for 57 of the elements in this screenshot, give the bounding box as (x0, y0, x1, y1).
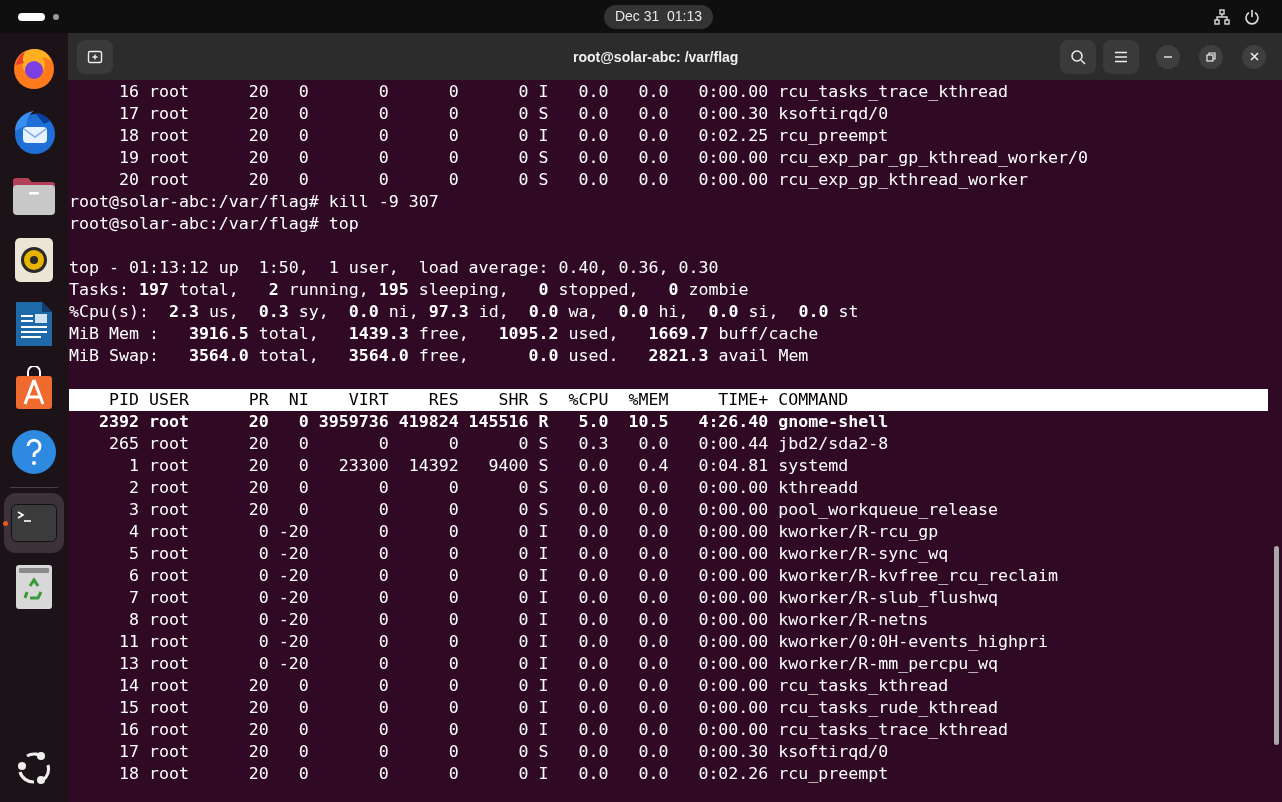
terminal-line: 3 root 20 0 0 0 0 S 0.0 0.0 0:00.00 pool_workqueue_release (127, 499, 1000, 521)
close-button[interactable] (1242, 44, 1266, 69)
terminal-line: root@solar-abc:/var/flag# kill -9 307 (69, 191, 440, 213)
clock[interactable]: Dec 31 01:13 (603, 4, 714, 29)
terminal-line: 5 root 0 -20 0 0 0 I 0.0 0.0 0:00.00 kworker/R-sync_wq (127, 543, 950, 565)
terminal-line: 18 root 20 0 0 0 0 I 0.0 0.0 0:02.25 rcu_preempt (117, 125, 890, 147)
folder-icon (11, 175, 57, 217)
terminal-line: top - 01:13:12 up 1:50, 1 user, load average: 0.40, 0.36, 0.30 (69, 257, 720, 279)
document-icon (14, 301, 54, 347)
help-icon (11, 429, 57, 475)
new-tab-button[interactable] (77, 39, 113, 74)
window-title: root@solar-abc: /var/flag (573, 48, 739, 67)
terminal-line: 20 root 20 0 0 0 0 S 0.0 0.0 0:00.00 rcu_exp_gp_kthread_worker (117, 169, 1030, 191)
terminal-line: 17 root 20 0 0 0 0 S 0.0 0.0 0:00.30 ksoftirqd/0 (117, 103, 890, 125)
workspace-indicator[interactable] (18, 12, 59, 21)
terminal-line: root@solar-abc:/var/flag# top (69, 213, 360, 235)
new-tab-icon (87, 48, 103, 65)
terminal-line: 16 root 20 0 0 0 0 I 0.0 0.0 0:00.00 rcu_tasks_trace_kthread (117, 81, 1010, 103)
close-icon (1249, 52, 1259, 61)
menu-icon (1114, 50, 1128, 63)
trash-icon (15, 564, 53, 610)
speaker-icon (14, 237, 54, 283)
terminal-line: 11 root 0 -20 0 0 0 I 0.0 0.0 0:00.00 kworker/0:0H-events_highpri (117, 631, 1050, 653)
minimize-icon (1164, 55, 1172, 58)
terminal-line: 13 root 0 -20 0 0 0 I 0.0 0.0 0:00.00 kworker/R-mm_percpu_wq (117, 653, 1000, 675)
terminal-line: 19 root 20 0 0 0 0 S 0.0 0.0 0:00.00 rcu_exp_par_gp_kthread_worker/0 (117, 147, 1089, 169)
terminal-line: 16 root 20 0 0 0 0 I 0.0 0.0 0:00.00 rcu_tasks_trace_kthread (117, 719, 1010, 741)
restore-icon (1206, 51, 1216, 62)
running-indicator (3, 521, 8, 526)
terminal-line: 2 root 20 0 0 0 0 S 0.0 0.0 0:00.00 kthreadd (127, 477, 860, 499)
column-header-row: PID USER PR NI VIRT RES SHR S %CPU %MEM TIME+ COMMAND (69, 389, 1268, 411)
search-icon (1070, 48, 1086, 65)
power-icon[interactable] (1244, 8, 1260, 25)
network-icon[interactable] (1214, 8, 1230, 25)
terminal[interactable] (68, 80, 1282, 802)
terminal-line: 15 root 20 0 0 0 0 I 0.0 0.0 0:00.00 rcu_tasks_rude_kthread (117, 697, 1000, 719)
menu-button[interactable] (1103, 39, 1139, 74)
restore-button[interactable] (1199, 44, 1223, 69)
terminal-line: Tasks: 197 total, 2 running, 195 sleeping, 0 stopped, 0 zombie (69, 279, 750, 301)
terminal-line: 17 root 20 0 0 0 0 S 0.0 0.0 0:00.30 ksoftirqd/0 (117, 741, 890, 763)
terminal-line: MiB Swap: 3564.0 total, 3564.0 free, 0.0 used. 2821.3 avail Mem (69, 345, 810, 367)
terminal-line: 8 root 0 -20 0 0 0 I 0.0 0.0 0:00.00 kworker/R-netns (127, 609, 930, 631)
terminal-line: 18 root 20 0 0 0 0 I 0.0 0.0 0:02.26 rcu_preempt (117, 763, 890, 785)
scrollbar-thumb[interactable] (1274, 546, 1279, 745)
terminal-line: 6 root 0 -20 0 0 0 I 0.0 0.0 0:00.00 kworker/R-kvfree_rcu_reclaim (127, 565, 1060, 587)
terminal-line: 7 root 0 -20 0 0 0 I 0.0 0.0 0:00.00 kworker/R-slub_flushwq (127, 587, 1000, 609)
terminal-line: MiB Mem : 3916.5 total, 1439.3 free, 1095.2 used, 1669.7 buff/cache (69, 323, 820, 345)
terminal-line: 1 root 20 0 23300 14392 9400 S 0.0 0.4 0:04.81 systemd (127, 455, 850, 477)
shopping-bag-icon (15, 366, 53, 410)
terminal-line: 265 root 20 0 0 0 0 S 0.3 0.0 0:00.44 jbd2/sda2-8 (107, 433, 890, 455)
terminal-line: 2392 root 20 0 3959736 419824 145516 R 5.0 10.5 4:26.40 gnome-shell (97, 411, 890, 433)
terminal-icon (11, 504, 57, 542)
terminal-line: %Cpu(s): 2.3 us, 0.3 sy, 0.0 ni, 97.3 id, 0.0 wa, 0.0 hi, 0.0 si, 0.0 st (69, 301, 860, 323)
minimize-button[interactable] (1156, 44, 1180, 69)
search-button[interactable] (1060, 39, 1096, 74)
terminal-line: 14 root 20 0 0 0 0 I 0.0 0.0 0:00.00 rcu_tasks_kthread (117, 675, 950, 697)
terminal-line: 4 root 0 -20 0 0 0 I 0.0 0.0 0:00.00 kworker/R-rcu_gp (127, 521, 940, 543)
